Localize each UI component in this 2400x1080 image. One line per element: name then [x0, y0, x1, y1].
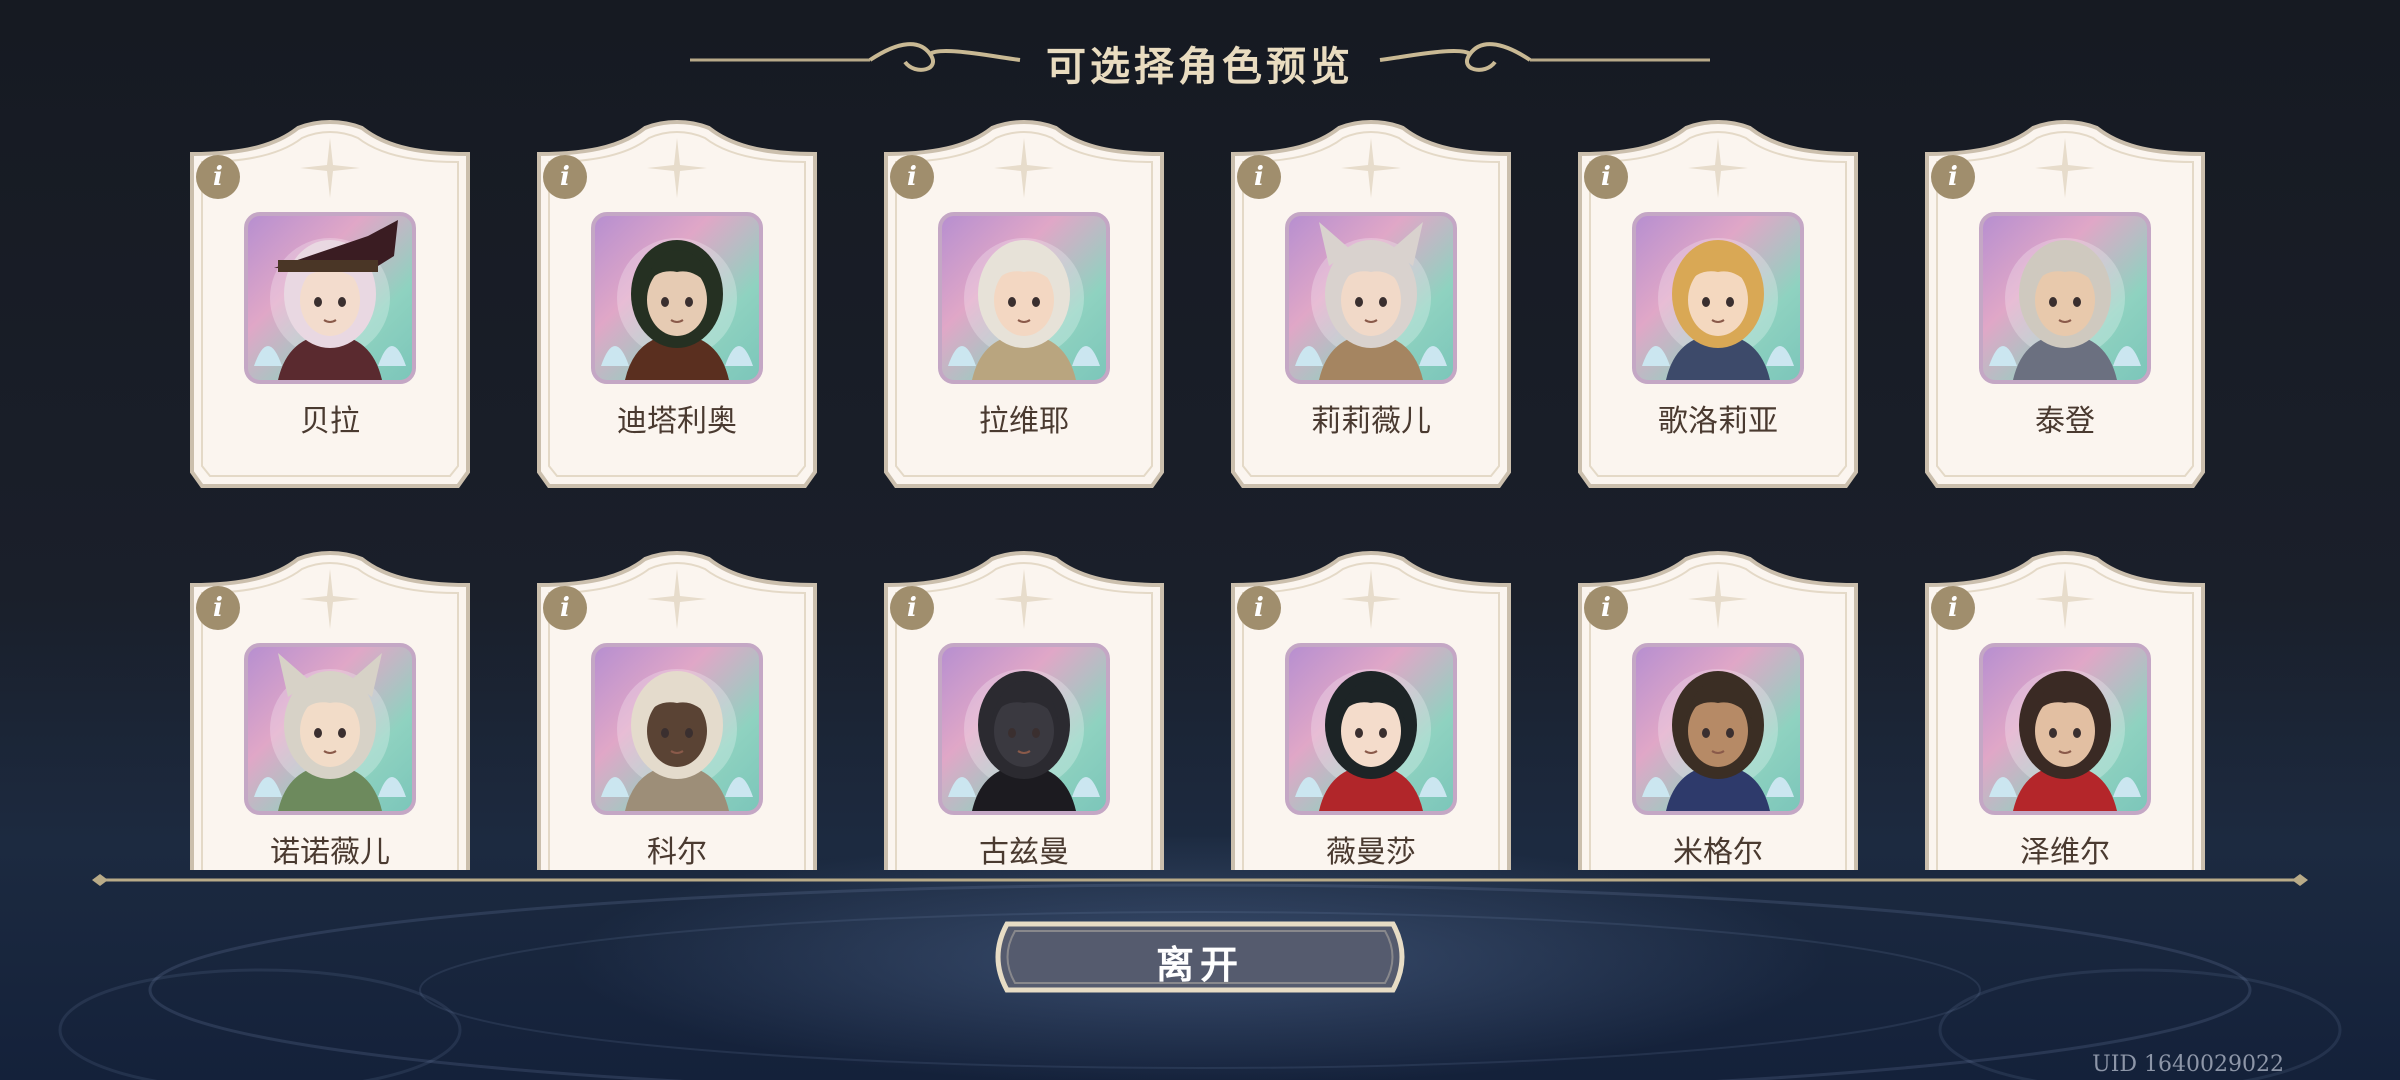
character-card[interactable]: i 迪塔利奥	[535, 120, 819, 490]
character-portrait	[938, 212, 1110, 384]
info-icon[interactable]: i	[543, 155, 587, 199]
character-grid[interactable]: i 贝拉 i 迪塔利奥 i 拉维耶 i 莉莉薇儿 i 歌洛莉亚 i 泰登 i 诺诺薇儿 i 科尔 i 古兹曼 i 薇曼…	[0, 0, 2400, 870]
sparkle-icon	[1341, 569, 1401, 629]
character-name: 诺诺薇儿	[270, 835, 390, 870]
character-portrait	[938, 643, 1110, 815]
character-name: 迪塔利奥	[617, 404, 737, 439]
sparkle-icon	[1688, 569, 1748, 629]
character-card[interactable]: i 米格尔	[1576, 551, 1860, 870]
character-portrait	[1979, 212, 2151, 384]
character-name: 歌洛莉亚	[1658, 404, 1778, 439]
sparkle-icon	[2035, 569, 2095, 629]
sparkle-icon	[1688, 138, 1748, 198]
uid-label: UID 1640029022	[2092, 1052, 2284, 1077]
character-card[interactable]: i 科尔	[535, 551, 819, 870]
divider-line	[92, 874, 2308, 886]
character-name: 米格尔	[1673, 835, 1763, 870]
character-card[interactable]: i 泰登	[1923, 120, 2207, 490]
character-portrait	[1285, 212, 1457, 384]
character-name: 古兹曼	[979, 835, 1069, 870]
character-card[interactable]: i 歌洛莉亚	[1576, 120, 1860, 490]
character-portrait	[591, 212, 763, 384]
info-icon[interactable]: i	[1584, 586, 1628, 630]
character-card[interactable]: i 泽维尔	[1923, 551, 2207, 870]
character-portrait	[244, 643, 416, 815]
sparkle-icon	[300, 569, 360, 629]
character-portrait	[1285, 643, 1457, 815]
info-icon[interactable]: i	[543, 586, 587, 630]
character-portrait	[591, 643, 763, 815]
character-portrait	[1632, 212, 1804, 384]
sparkle-icon	[994, 569, 1054, 629]
character-card[interactable]: i 古兹曼	[882, 551, 1166, 870]
character-portrait	[1632, 643, 1804, 815]
character-card[interactable]: i 贝拉	[188, 120, 472, 490]
character-name: 泽维尔	[2020, 835, 2110, 870]
info-icon[interactable]: i	[1584, 155, 1628, 199]
info-icon[interactable]: i	[890, 586, 934, 630]
info-icon[interactable]: i	[196, 586, 240, 630]
character-name: 泰登	[2035, 404, 2095, 439]
character-portrait	[1979, 643, 2151, 815]
info-icon[interactable]: i	[1237, 155, 1281, 199]
info-icon[interactable]: i	[1237, 586, 1281, 630]
leave-button-label: 离开	[1155, 942, 1244, 987]
character-name: 莉莉薇儿	[1311, 404, 1431, 439]
sparkle-icon	[300, 138, 360, 198]
character-card[interactable]: i 莉莉薇儿	[1229, 120, 1513, 490]
sparkle-icon	[1341, 138, 1401, 198]
sparkle-icon	[994, 138, 1054, 198]
character-card[interactable]: i 诺诺薇儿	[188, 551, 472, 870]
sparkle-icon	[647, 569, 707, 629]
character-card[interactable]: i 拉维耶	[882, 120, 1166, 490]
info-icon[interactable]: i	[1931, 155, 1975, 199]
character-name: 贝拉	[300, 404, 360, 439]
sparkle-icon	[2035, 138, 2095, 198]
character-portrait	[244, 212, 416, 384]
leave-button[interactable]: 离开	[985, 918, 1415, 996]
info-icon[interactable]: i	[890, 155, 934, 199]
character-name: 科尔	[647, 835, 707, 870]
info-icon[interactable]: i	[1931, 586, 1975, 630]
character-card[interactable]: i 薇曼莎	[1229, 551, 1513, 870]
sparkle-icon	[647, 138, 707, 198]
info-icon[interactable]: i	[196, 155, 240, 199]
character-name: 拉维耶	[979, 404, 1069, 439]
character-name: 薇曼莎	[1326, 835, 1416, 870]
